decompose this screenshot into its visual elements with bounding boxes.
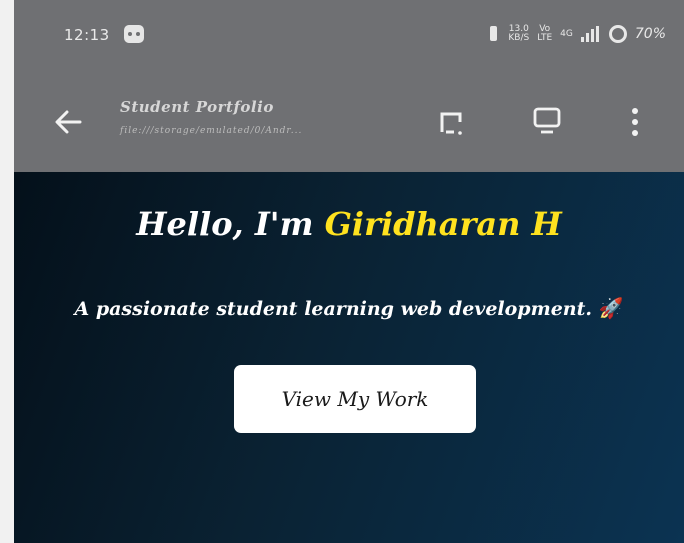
monitor-icon <box>533 107 561 134</box>
page-url: file:///storage/emulated/0/Andr... <box>120 126 303 136</box>
signal-icon <box>580 26 601 42</box>
status-bar: 12:13 13.0 KB/S Vo LTE 4G 70% <box>14 0 684 74</box>
battery-level: 70% <box>634 26 666 42</box>
hero-subtitle-text: A passionate student learning web develo… <box>74 298 592 320</box>
view-my-work-button[interactable]: View My Work <box>234 365 476 433</box>
desktop-view-button[interactable] <box>532 105 566 139</box>
signal-type: 4G <box>560 28 573 39</box>
volte-bottom: LTE <box>537 33 553 43</box>
app-notification-icon <box>124 25 144 43</box>
hero-heading: Hello, I'm Giridharan H <box>14 205 684 243</box>
status-indicators: 13.0 KB/S Vo LTE 4G 70% <box>486 20 666 48</box>
phone-screen: 12:13 13.0 KB/S Vo LTE 4G 70% Student Po… <box>14 0 684 543</box>
more-options-button[interactable] <box>628 104 642 140</box>
volte-indicator: Vo LTE <box>537 25 552 43</box>
hero-subtitle: A passionate student learning web develo… <box>14 296 684 320</box>
back-arrow-icon <box>55 110 82 134</box>
cast-button[interactable] <box>438 108 468 138</box>
vibrate-icon <box>486 25 500 43</box>
network-speed: 13.0 KB/S <box>508 25 529 43</box>
more-vert-icon <box>632 108 638 114</box>
hero-section: Hello, I'm Giridharan H A passionate stu… <box>14 172 684 543</box>
cast-icon <box>440 112 462 135</box>
page-title: Student Portfolio <box>120 98 274 116</box>
hero-name: Giridharan H <box>324 205 562 243</box>
hero-greeting: Hello, I'm <box>136 205 314 243</box>
rocket-icon: 🚀 <box>598 296 624 320</box>
page-info[interactable]: Student Portfolio file:///storage/emulat… <box>120 98 302 136</box>
network-speed-unit: KB/S <box>508 33 530 43</box>
browser-app-bar: Student Portfolio file:///storage/emulat… <box>14 74 684 172</box>
status-time: 12:13 <box>64 26 110 44</box>
back-button[interactable] <box>50 104 86 140</box>
battery-icon <box>608 25 627 43</box>
